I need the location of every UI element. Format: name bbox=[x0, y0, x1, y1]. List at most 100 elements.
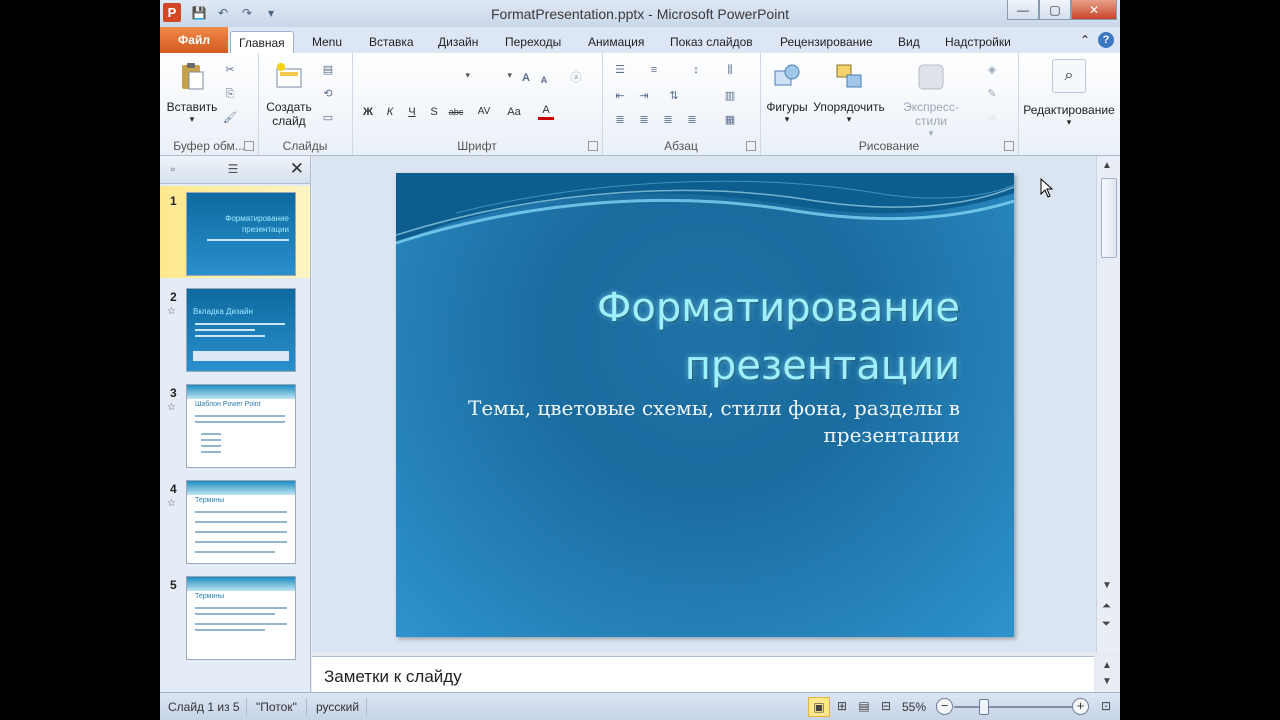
zoom-in-icon[interactable]: + bbox=[1072, 698, 1089, 715]
arrange-icon bbox=[836, 64, 862, 88]
maximize-button[interactable]: ▢ bbox=[1039, 0, 1071, 20]
clear-formatting-icon[interactable]: ⓐ bbox=[568, 71, 584, 85]
paragraph-launcher-icon[interactable] bbox=[746, 141, 756, 151]
vertical-scrollbar[interactable]: ▲ ▼ ⏶ ⏷ bbox=[1096, 156, 1120, 652]
theme-name[interactable]: "Поток" bbox=[256, 700, 297, 714]
font-launcher-icon[interactable] bbox=[588, 141, 598, 151]
tab-design[interactable]: Дизайн bbox=[430, 31, 486, 53]
previous-slide-icon[interactable]: ⏶ bbox=[1102, 600, 1111, 613]
slide-thumbnail-5[interactable]: 5 Термины bbox=[160, 570, 310, 662]
close-panel-icon[interactable]: ✕ bbox=[290, 159, 304, 179]
slide-wave-decoration bbox=[396, 173, 1014, 245]
tab-home[interactable]: Главная bbox=[230, 31, 294, 54]
justify-icon[interactable]: ≣ bbox=[684, 113, 700, 127]
slide-title-line-2: презентации bbox=[684, 343, 960, 389]
paste-button[interactable]: Вставить ▾ bbox=[166, 61, 218, 125]
minimize-button[interactable]: — bbox=[1007, 0, 1039, 20]
bold-button[interactable]: Ж bbox=[360, 105, 376, 119]
notes-pane[interactable]: Заметки к слайду bbox=[312, 656, 1094, 693]
clipboard-launcher-icon[interactable] bbox=[244, 141, 254, 151]
font-name-dropdown[interactable]: ▾ bbox=[362, 69, 470, 87]
bullets-icon[interactable]: ☰ bbox=[612, 63, 628, 77]
tab-review[interactable]: Рецензирование bbox=[772, 31, 881, 53]
scroll-down-icon[interactable]: ▼ bbox=[1102, 580, 1112, 591]
char-spacing-button[interactable]: AV bbox=[476, 105, 492, 119]
shrink-font-icon[interactable]: A bbox=[536, 73, 552, 87]
group-clipboard: Вставить ▾ ✂ ⎘ 🖌 Буфер обм... bbox=[160, 53, 259, 155]
tab-menu[interactable]: Menu bbox=[304, 31, 350, 53]
shape-effects-icon[interactable]: ◌ bbox=[984, 111, 1000, 125]
shape-fill-icon[interactable]: ◈ bbox=[984, 63, 1000, 77]
collapse-ribbon-icon[interactable]: ⌃ bbox=[1080, 33, 1090, 47]
slide-thumbnail-1[interactable]: 1 Форматирование презентации bbox=[160, 186, 310, 278]
numbering-icon[interactable]: ≡ bbox=[646, 63, 662, 77]
notes-scrollbar[interactable]: ▲ ▼ bbox=[1096, 656, 1120, 692]
decrease-indent-icon[interactable]: ⇤ bbox=[612, 89, 628, 103]
tab-transitions[interactable]: Переходы bbox=[497, 31, 569, 53]
notes-scroll-down-icon[interactable]: ▼ bbox=[1102, 676, 1112, 687]
tab-insert[interactable]: Вставка bbox=[361, 31, 422, 53]
format-painter-icon[interactable]: 🖌 bbox=[222, 111, 238, 125]
layout-icon[interactable]: ▤ bbox=[320, 63, 336, 77]
zoom-out-icon[interactable]: − bbox=[936, 698, 953, 715]
slideshow-view-icon[interactable]: ⊟ bbox=[876, 697, 896, 715]
new-slide-button[interactable]: Создать слайд bbox=[264, 61, 314, 128]
strikethrough-button[interactable]: abc bbox=[448, 105, 464, 119]
italic-button[interactable]: К bbox=[382, 105, 398, 119]
quick-styles-button[interactable]: Экспресс-стили ▾ bbox=[888, 61, 974, 139]
tab-slideshow[interactable]: Показ слайдов bbox=[662, 31, 761, 53]
smartart-icon[interactable]: ▦ bbox=[722, 113, 738, 127]
shadow-s-button[interactable]: S bbox=[426, 105, 442, 119]
slide-thumbnail-3[interactable]: 3 ☆ Шаблон Power Point bbox=[160, 378, 310, 470]
copy-icon[interactable]: ⎘ bbox=[222, 87, 238, 101]
cut-icon[interactable]: ✂ bbox=[222, 63, 238, 77]
language-indicator[interactable]: русский bbox=[316, 700, 359, 714]
slides-tab-icon[interactable]: ▫ bbox=[164, 160, 182, 178]
scroll-up-icon[interactable]: ▲ bbox=[1102, 160, 1112, 171]
font-size-dropdown[interactable]: ▾ bbox=[476, 69, 512, 87]
increase-indent-icon[interactable]: ⇥ bbox=[636, 89, 652, 103]
help-icon[interactable]: ? bbox=[1098, 32, 1114, 48]
tab-file[interactable]: Файл bbox=[160, 27, 228, 53]
fit-slide-icon[interactable]: ⊡ bbox=[1096, 697, 1116, 715]
tab-addins[interactable]: Надстройки bbox=[937, 31, 1019, 53]
zoom-slider[interactable] bbox=[954, 706, 1074, 708]
align-center-icon[interactable]: ≣ bbox=[636, 113, 652, 127]
close-button[interactable]: ✕ bbox=[1071, 0, 1117, 20]
slide-thumbnail-2[interactable]: 2 ☆ Вкладка Дизайн bbox=[160, 282, 310, 374]
align-left-icon[interactable]: ≣ bbox=[612, 113, 628, 127]
transition-star-icon: ☆ bbox=[167, 498, 176, 509]
reset-icon[interactable]: ⟲ bbox=[320, 87, 336, 101]
slide-thumbnail-4[interactable]: 4 ☆ Термины bbox=[160, 474, 310, 566]
underline-button[interactable]: Ч bbox=[404, 105, 420, 119]
line-spacing-icon[interactable]: ↕ bbox=[688, 63, 704, 77]
change-case-button[interactable]: Aa bbox=[506, 105, 522, 119]
notes-scroll-up-icon[interactable]: ▲ bbox=[1102, 660, 1112, 671]
slide-subtitle[interactable]: Темы, цветовые схемы, стили фона, раздел… bbox=[440, 395, 960, 449]
columns-icon[interactable]: ⫼ bbox=[722, 63, 738, 77]
text-direction-icon[interactable]: ⇅ bbox=[666, 89, 682, 103]
font-color-button[interactable]: A bbox=[538, 103, 554, 120]
outline-tab-icon[interactable]: ☰ bbox=[224, 160, 242, 178]
current-slide[interactable]: Форматирование презентации Темы, цветовы… bbox=[396, 173, 1014, 637]
align-text-icon[interactable]: ▥ bbox=[722, 89, 738, 103]
zoom-slider-thumb[interactable] bbox=[979, 699, 989, 715]
arrange-button[interactable]: Упорядочить ▾ bbox=[812, 61, 886, 125]
shape-outline-icon[interactable]: ✎ bbox=[984, 87, 1000, 101]
section-icon[interactable]: ▭ bbox=[320, 111, 336, 125]
align-right-icon[interactable]: ≣ bbox=[660, 113, 676, 127]
tab-view[interactable]: Вид bbox=[890, 31, 928, 53]
slide-sorter-view-icon[interactable]: ⊞ bbox=[832, 697, 852, 715]
reading-view-icon[interactable]: ▤ bbox=[854, 697, 874, 715]
tab-animation[interactable]: Анимация bbox=[580, 31, 652, 53]
scrollbar-thumb[interactable] bbox=[1101, 178, 1117, 258]
normal-view-icon[interactable]: ▣ bbox=[808, 697, 830, 717]
next-slide-icon[interactable]: ⏷ bbox=[1102, 618, 1111, 631]
slide-title[interactable]: Форматирование презентации bbox=[440, 279, 960, 395]
drawing-launcher-icon[interactable] bbox=[1004, 141, 1014, 151]
zoom-level[interactable]: 55% bbox=[902, 700, 926, 714]
shapes-button[interactable]: Фигуры ▾ bbox=[764, 61, 810, 125]
shapes-icon bbox=[774, 64, 800, 86]
editing-button[interactable]: ⌕ Редактирование ▾ bbox=[1020, 59, 1118, 128]
grow-font-icon[interactable]: A bbox=[518, 71, 534, 85]
